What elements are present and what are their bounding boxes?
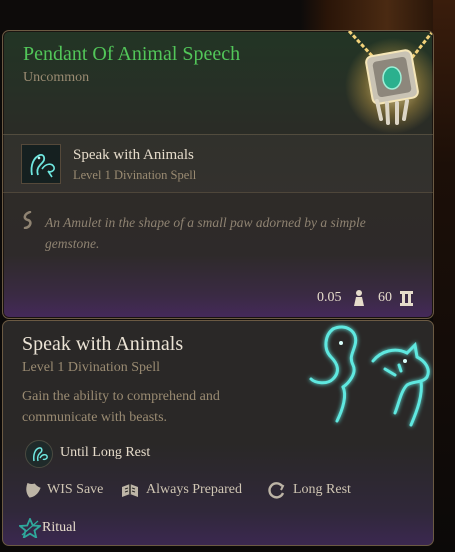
spell-name: Speak with Animals [22, 333, 184, 355]
divider-bottom [3, 192, 433, 193]
animal-spirit-icon [21, 144, 61, 184]
background-top [0, 0, 455, 32]
spell-art-icon [309, 325, 430, 427]
always-prepared: Always Prepared [146, 482, 243, 497]
weight-icon [354, 290, 364, 306]
quote-icon [23, 211, 32, 229]
granted-spell-row[interactable] [3, 134, 433, 192]
prepared-book-icon [122, 484, 138, 497]
granted-spell-name: Speak with Animals [73, 147, 194, 163]
item-name: Pendant Of Animal Speech [23, 43, 241, 65]
gold-value: 60 [378, 290, 392, 305]
background-right [433, 0, 455, 552]
duration-icon [25, 440, 53, 468]
recharge-type: Long Rest [293, 482, 351, 497]
spell-tooltip: Speak with Animals Level 1 Divination Sp… [2, 320, 434, 546]
spell-subtitle: Level 1 Divination Spell [22, 360, 161, 375]
gold-icon [400, 291, 413, 306]
item-tooltip: Pendant Of Animal Speech Uncommon Speak … [2, 30, 434, 319]
spell-description: Gain the ability to comprehend and commu… [22, 389, 220, 425]
granted-spell-subtitle: Level 1 Divination Spell [73, 168, 197, 182]
item-description: An Amulet in the shape of a small paw ad… [45, 215, 366, 251]
ritual-label: Ritual [42, 520, 77, 535]
shield-icon [26, 482, 41, 498]
item-rarity: Uncommon [23, 70, 90, 85]
ritual-icon [19, 518, 41, 538]
long-rest-icon [268, 482, 285, 499]
spell-duration: Until Long Rest [60, 445, 151, 460]
save-type: WIS Save [47, 482, 104, 497]
pendant-icon [345, 31, 433, 134]
weight-value: 0.05 [317, 290, 342, 305]
